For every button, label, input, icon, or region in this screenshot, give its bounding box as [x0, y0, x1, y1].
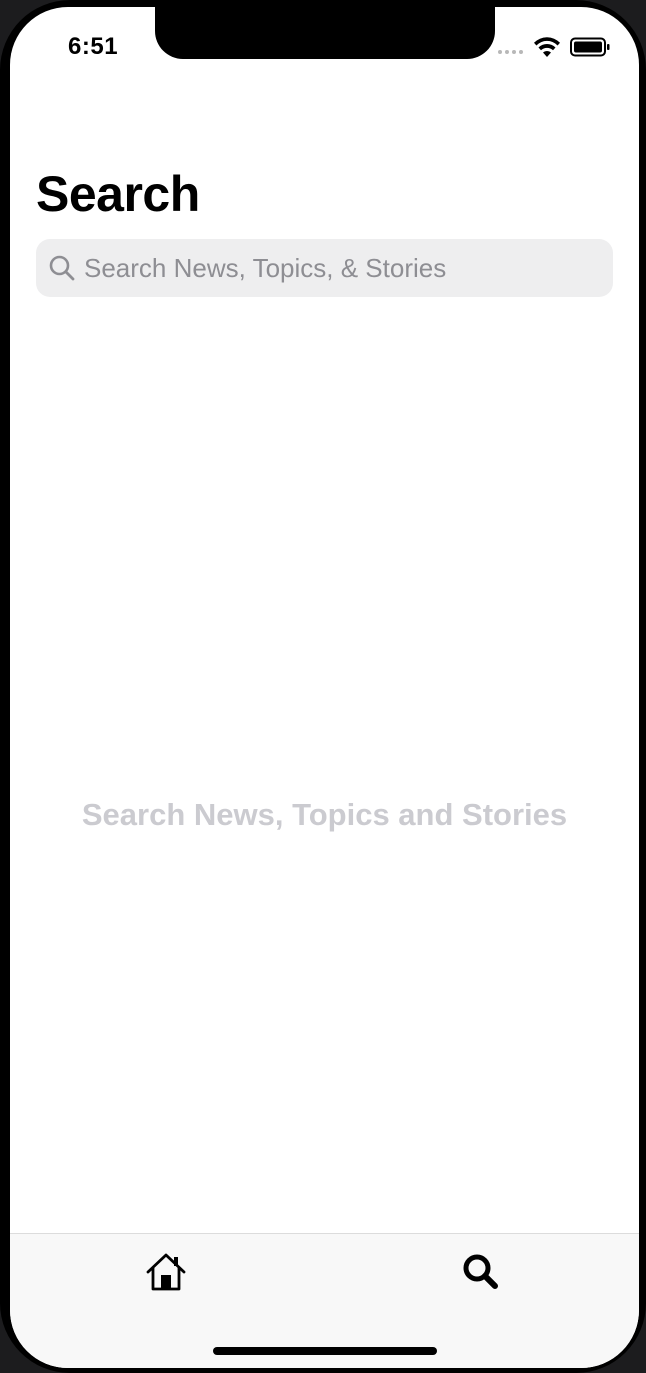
wifi-icon — [534, 37, 560, 57]
empty-state-message: Search News, Topics and Stories — [81, 797, 568, 832]
search-icon — [49, 255, 75, 281]
search-icon — [463, 1254, 498, 1289]
search-input[interactable] — [82, 239, 604, 297]
home-indicator[interactable] — [213, 1347, 437, 1355]
cellular-signal-icon — [498, 50, 523, 54]
battery-icon — [570, 37, 610, 57]
tab-home[interactable] — [136, 1248, 196, 1296]
home-icon — [146, 1253, 186, 1291]
search-bar[interactable] — [36, 239, 613, 297]
status-time: 6:51 — [68, 33, 119, 60]
notch — [155, 7, 495, 59]
device-frame: 6:51 Search Search News, Topics and Stor… — [0, 0, 646, 1373]
page-title: Search — [36, 166, 200, 222]
tab-search[interactable] — [451, 1248, 511, 1296]
screen: 6:51 Search Search News, Topics and Stor… — [10, 7, 639, 1368]
